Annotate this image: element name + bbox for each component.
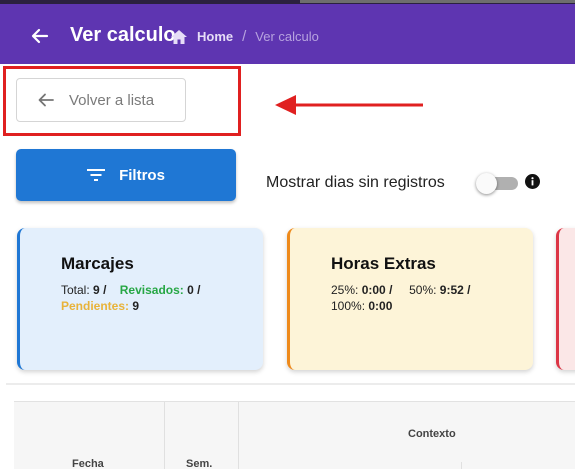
app-header: Ver calculo Home / Ver calculo bbox=[0, 4, 575, 64]
marcajes-line-2: Pendientes: 9 bbox=[61, 299, 139, 313]
arrow-left-icon bbox=[38, 93, 54, 107]
column-header-fecha[interactable]: Fecha bbox=[72, 458, 104, 469]
pendientes-label: Pendientes: bbox=[61, 299, 130, 313]
horas-line-2: 100%: 0:00 bbox=[331, 299, 392, 313]
back-to-list-button[interactable]: Volver a lista bbox=[16, 78, 186, 122]
separator: / bbox=[197, 283, 201, 297]
breadcrumb-separator: / bbox=[242, 28, 247, 45]
toggle-knob bbox=[476, 173, 497, 194]
breadcrumb-current: Ver calculo bbox=[255, 29, 319, 44]
section-divider bbox=[6, 383, 575, 385]
horas-extras-card: Horas Extras 25%: 0:00 / 50%: 9:52 / 100… bbox=[287, 228, 533, 370]
show-empty-days-toggle[interactable] bbox=[476, 172, 520, 194]
page-title: Ver calculo bbox=[70, 24, 176, 46]
pendientes-value: 9 bbox=[132, 299, 140, 313]
marcajes-line-1: Total: 9 / Revisados: 0 / bbox=[61, 283, 201, 297]
annotation-arrow bbox=[275, 95, 423, 115]
p50-value: 9:52 bbox=[439, 283, 464, 297]
p50-label: 50%: bbox=[409, 283, 437, 297]
back-to-list-label: Volver a lista bbox=[69, 91, 155, 109]
breadcrumb: Home / Ver calculo bbox=[170, 28, 319, 45]
p100-label: 100%: bbox=[331, 299, 366, 313]
home-icon[interactable] bbox=[170, 29, 188, 45]
p25-value: 0:00 bbox=[361, 283, 386, 297]
horas-extras-title: Horas Extras bbox=[331, 254, 436, 273]
column-divider bbox=[238, 402, 239, 469]
separator: / bbox=[103, 283, 107, 297]
column-header-sem[interactable]: Sem. bbox=[186, 458, 212, 469]
show-empty-days-label: Mostrar dias sin registros bbox=[266, 174, 445, 191]
total-label: Total: bbox=[61, 283, 90, 297]
info-icon[interactable] bbox=[525, 174, 540, 189]
column-header-contexto[interactable]: Contexto bbox=[408, 428, 456, 440]
p100-value: 0:00 bbox=[368, 299, 393, 313]
revisados-value: 0 bbox=[187, 283, 194, 297]
horas-line-1: 25%: 0:00 / 50%: 9:52 / bbox=[331, 283, 471, 297]
subcolumn-divider bbox=[461, 462, 462, 469]
filters-button[interactable]: Filtros bbox=[16, 149, 236, 201]
separator: / bbox=[389, 283, 393, 297]
filters-label: Filtros bbox=[119, 166, 165, 184]
separator: / bbox=[467, 283, 471, 297]
filter-icon bbox=[87, 169, 106, 181]
marcajes-title: Marcajes bbox=[61, 254, 134, 273]
window-top-strip-right bbox=[300, 0, 575, 3]
marcajes-card: Marcajes Total: 9 / Revisados: 0 / Pendi… bbox=[17, 228, 263, 370]
breadcrumb-home-link[interactable]: Home bbox=[197, 29, 233, 44]
p25-label: 25%: bbox=[331, 283, 359, 297]
column-divider bbox=[164, 402, 165, 469]
back-arrow-icon[interactable] bbox=[30, 26, 50, 46]
total-value: 9 bbox=[93, 283, 100, 297]
third-summary-card bbox=[556, 228, 575, 370]
table-header: Fecha Sem. Contexto bbox=[14, 401, 575, 469]
revisados-label: Revisados: bbox=[119, 283, 184, 297]
